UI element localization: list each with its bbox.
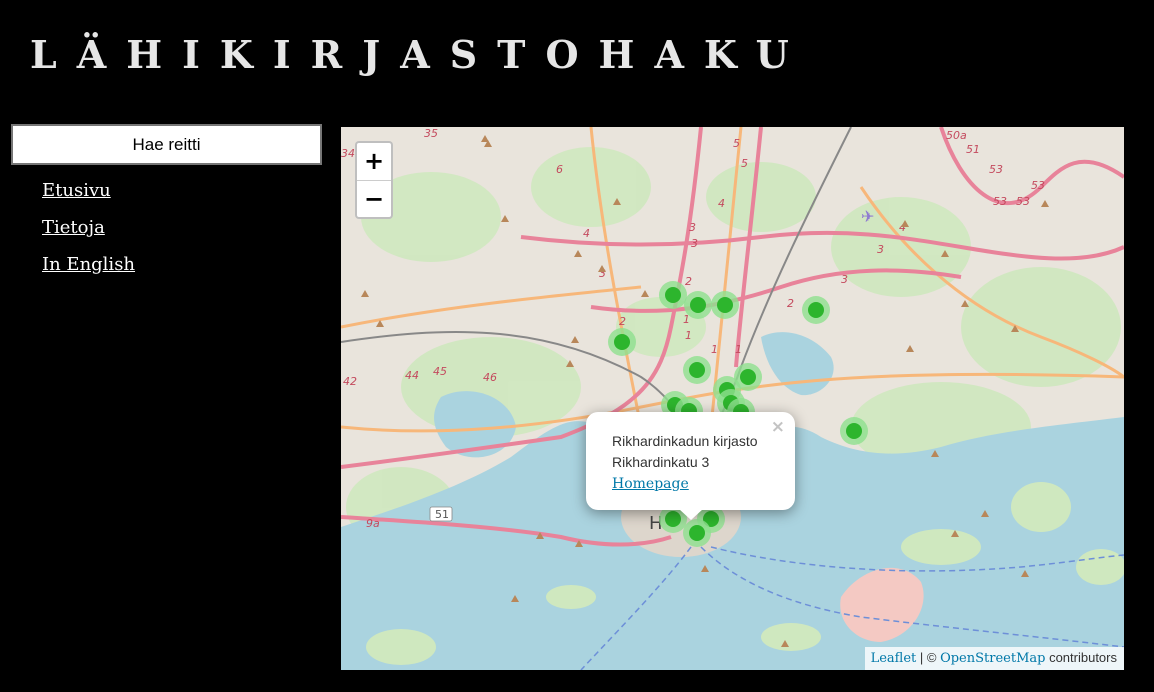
road-label: 6 <box>556 163 563 176</box>
road-label: 51 <box>966 143 980 156</box>
road-label: 3 <box>877 243 884 256</box>
library-marker[interactable] <box>711 291 739 319</box>
road-label: 45 <box>433 365 447 378</box>
route-button[interactable]: Hae reitti <box>11 124 322 165</box>
road-label: 3 <box>689 221 696 234</box>
library-marker[interactable] <box>683 356 711 384</box>
road-shield-label: 51 <box>435 508 449 521</box>
zoom-control: + − <box>355 141 393 219</box>
road-label: 5 <box>741 157 748 170</box>
svg-text:✈: ✈ <box>861 207 874 226</box>
map-attribution: Leaflet | © OpenStreetMap contributors <box>864 647 1124 670</box>
road-label: 53 <box>993 195 1007 208</box>
library-name: Rikhardinkadun kirjasto <box>612 433 758 449</box>
road-label: 5 <box>733 137 740 150</box>
popup-tip <box>679 509 703 520</box>
road-label: 2 <box>619 315 626 328</box>
nav-link-in-english[interactable]: In English <box>42 246 135 283</box>
road-label: 2 <box>787 297 794 310</box>
osm-link[interactable]: OpenStreetMap <box>940 651 1045 666</box>
zoom-out-button[interactable]: − <box>357 181 391 218</box>
main-nav: Etusivu Tietoja In English <box>42 172 135 283</box>
road-label: 4 <box>583 227 590 240</box>
road-label: 1 <box>711 343 718 356</box>
road-label: 35 <box>424 127 438 140</box>
road-label: 44 <box>405 369 419 382</box>
road-label: 46 <box>483 371 497 384</box>
road-label: 3 <box>691 237 698 250</box>
road-label: 9a <box>366 517 380 530</box>
library-address: Rikhardinkatu 3 <box>612 454 710 470</box>
leaflet-link[interactable]: Leaflet <box>871 651 917 666</box>
library-map[interactable]: ✈ 35 6 5 50a 51 53 53 53 53 4 4 4 3 3 3 … <box>341 127 1124 670</box>
attribution-suffix: contributors <box>1045 650 1117 665</box>
road-label: 3 <box>841 273 848 286</box>
library-marker[interactable] <box>608 328 636 356</box>
map-tiles[interactable]: ✈ 35 6 5 50a 51 53 53 53 53 4 4 4 3 3 3 … <box>341 127 1124 670</box>
road-label: 42 <box>343 375 357 388</box>
site-title: LÄHIKIRJASTOHAKU <box>30 32 809 77</box>
library-marker[interactable] <box>684 291 712 319</box>
nav-link-tietoja[interactable]: Tietoja <box>42 209 135 246</box>
nav-link-etusivu[interactable]: Etusivu <box>42 172 135 209</box>
road-label: 50a <box>946 129 967 142</box>
library-popup: × Rikhardinkadun kirjasto Rikhardinkatu … <box>586 412 795 520</box>
road-label: 34 <box>341 147 355 160</box>
popup-close-icon[interactable]: × <box>771 417 785 437</box>
road-label: 1 <box>685 329 692 342</box>
road-label: 53 <box>1016 195 1030 208</box>
road-label: 4 <box>718 197 725 210</box>
road-label: 2 <box>685 275 692 288</box>
road-label: 53 <box>1031 179 1045 192</box>
library-homepage-link[interactable]: Homepage <box>612 476 689 492</box>
road-label: 1 <box>735 343 742 356</box>
library-marker[interactable] <box>802 296 830 324</box>
attribution-separator: | © <box>916 650 941 665</box>
road-label: 53 <box>989 163 1003 176</box>
library-marker[interactable] <box>659 281 687 309</box>
library-marker-selected[interactable] <box>683 519 711 547</box>
library-marker[interactable] <box>840 417 868 445</box>
zoom-in-button[interactable]: + <box>357 143 391 181</box>
